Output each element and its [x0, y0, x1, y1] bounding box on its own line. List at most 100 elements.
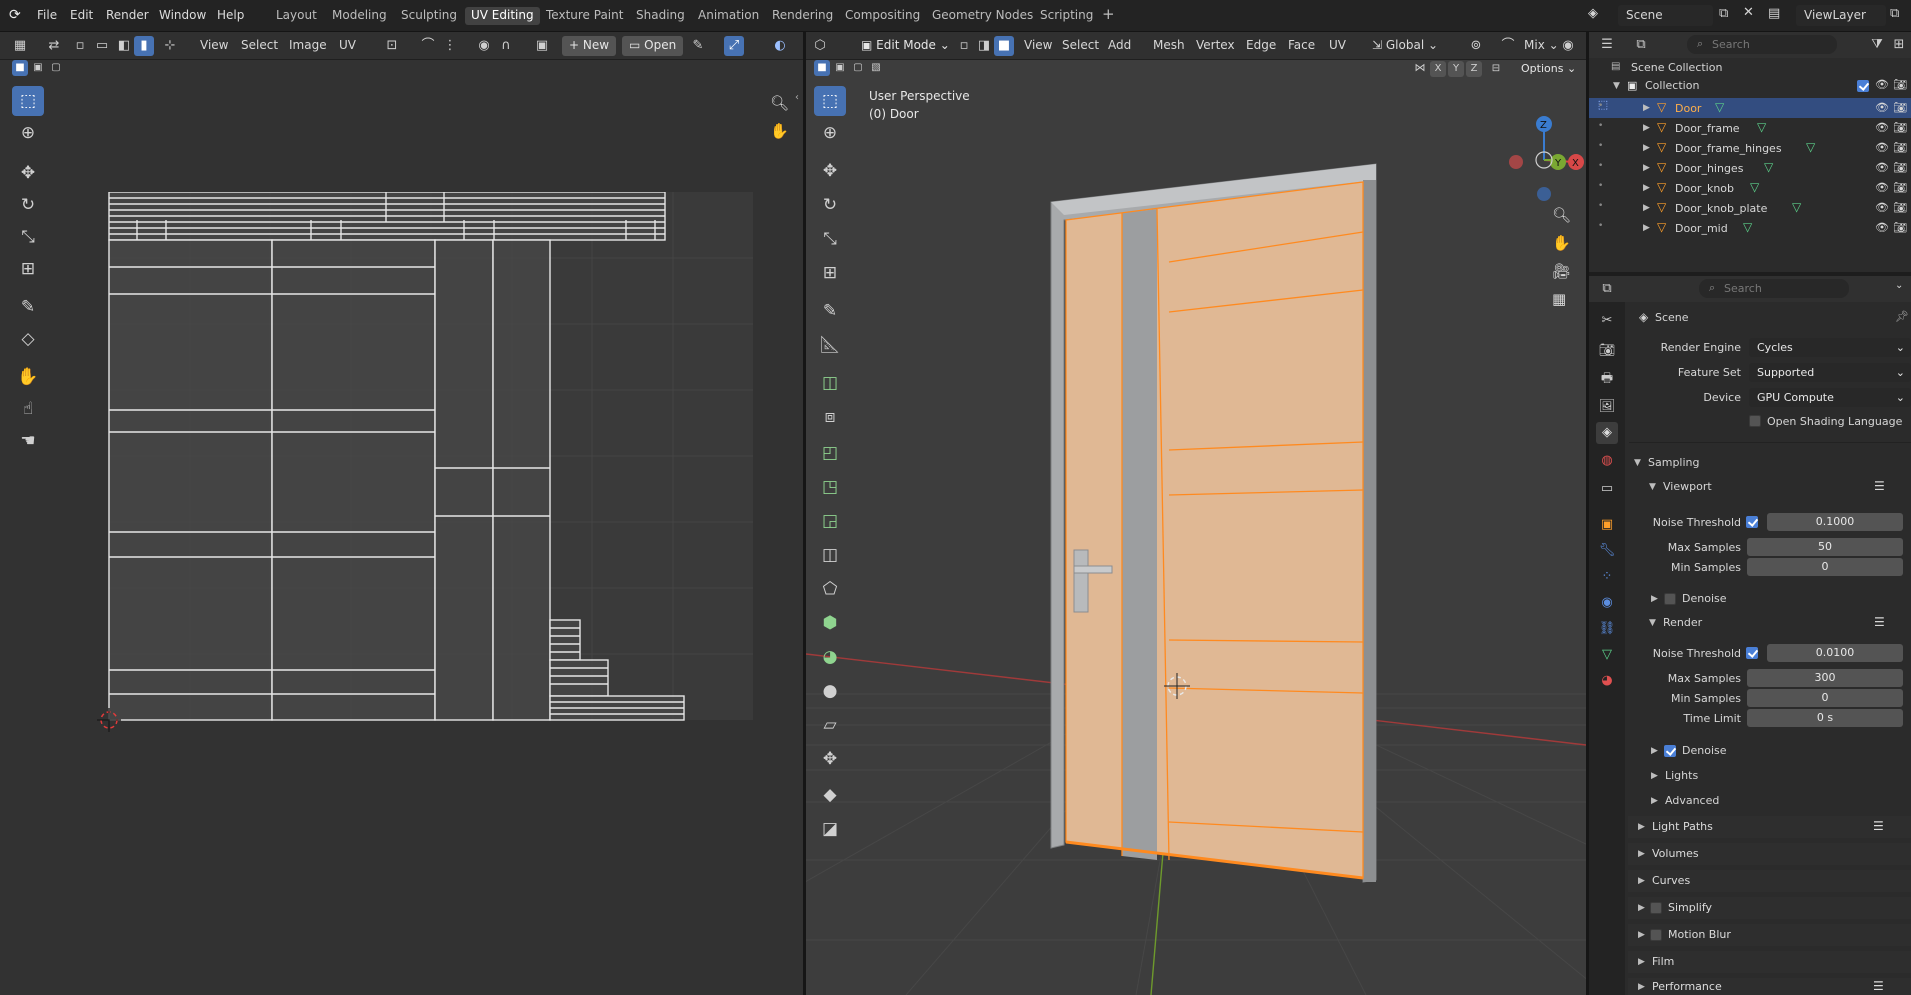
- material-tab-icon[interactable]: ◕: [1596, 670, 1618, 692]
- r-noise-threshold-field[interactable]: 0.0100: [1767, 644, 1903, 662]
- pin-icon[interactable]: ✎: [688, 36, 708, 56]
- vp-select-set-icon[interactable]: ■: [814, 60, 830, 76]
- r-time-limit-field[interactable]: 0 s: [1747, 709, 1903, 727]
- expand-icon[interactable]: ▶: [1643, 223, 1650, 233]
- tab-animation[interactable]: Animation: [698, 8, 759, 26]
- render-engine-dropdown[interactable]: Cycles ⌄: [1749, 338, 1911, 357]
- vertex-mode-icon[interactable]: ▫: [954, 36, 974, 56]
- uv-canvas[interactable]: [80, 192, 780, 752]
- motion-blur-checkbox[interactable]: [1650, 929, 1662, 941]
- axis-x-toggle[interactable]: X: [1430, 61, 1446, 77]
- axis-z-toggle[interactable]: Z: [1466, 61, 1482, 77]
- new-scene-icon[interactable]: ⧉: [1719, 6, 1728, 21]
- navigation-gizmo[interactable]: Z Y X: [1496, 102, 1586, 202]
- outliner-item[interactable]: • ▶ ▽ Door ▽ 👁︎ 📷︎: [1589, 98, 1911, 118]
- properties-search[interactable]: ⌕ Search: [1699, 279, 1849, 298]
- render-tab-icon[interactable]: 📷︎: [1596, 340, 1618, 362]
- vertex-select-icon[interactable]: ▫: [70, 36, 90, 56]
- smooth-icon[interactable]: ◕: [814, 642, 846, 672]
- tab-texture-paint[interactable]: Texture Paint: [546, 8, 623, 26]
- render-visibility-icon[interactable]: 📷︎: [1893, 161, 1907, 174]
- mesh-data-icon[interactable]: ▽: [1806, 140, 1815, 154]
- outliner-item[interactable]: • ▶ ▽ Door_mid ▽ 👁︎ 📷︎: [1589, 218, 1911, 238]
- select-mode-subtract-icon[interactable]: ▢: [48, 60, 64, 76]
- scale-tool-icon[interactable]: ⤡: [12, 222, 44, 252]
- scene-selector-icon[interactable]: ◈: [1588, 6, 1598, 21]
- vp-select-box-icon[interactable]: ⬚: [814, 86, 846, 116]
- axis-y-toggle[interactable]: Y: [1448, 61, 1464, 77]
- mirror-icon[interactable]: ⋈: [1412, 60, 1428, 76]
- outliner-type-icon[interactable]: ☰: [1597, 35, 1617, 55]
- door-mesh[interactable]: [1065, 181, 1364, 880]
- sampling-expand-icon[interactable]: ▼: [1634, 458, 1641, 468]
- options-dropdown[interactable]: Options ⌄: [1514, 60, 1583, 80]
- face-mode-icon[interactable]: ■: [994, 36, 1014, 56]
- output-tab-icon[interactable]: 🖶︎: [1596, 368, 1618, 390]
- viewport-presets-icon[interactable]: ☰: [1874, 479, 1885, 493]
- new-viewlayer-icon[interactable]: ⧉: [1890, 6, 1899, 21]
- vp-cursor-icon[interactable]: ⊕: [814, 118, 846, 148]
- render-presets-icon[interactable]: ☰: [1874, 615, 1885, 629]
- add-workspace-icon[interactable]: +: [1102, 5, 1115, 23]
- falloff-icon[interactable]: ∩: [496, 36, 516, 56]
- device-dropdown[interactable]: GPU Compute ⌄: [1749, 388, 1911, 407]
- expand-icon[interactable]: ▶: [1643, 183, 1650, 193]
- to-sphere-icon[interactable]: ✥: [814, 744, 846, 774]
- render-visibility-icon[interactable]: 📷︎: [1893, 141, 1907, 154]
- select-mode-extend-icon[interactable]: ▣: [30, 60, 46, 76]
- tab-uv-editing[interactable]: UV Editing: [465, 7, 540, 25]
- extrude-icon[interactable]: ⧈: [814, 402, 846, 432]
- vp-scale-icon[interactable]: ⤡: [814, 224, 846, 254]
- shrink-icon[interactable]: ●: [814, 676, 846, 706]
- edge-select-icon[interactable]: ▭: [92, 36, 112, 56]
- shear-icon[interactable]: ▱: [814, 710, 846, 740]
- visibility-icon[interactable]: 👁︎: [1875, 221, 1889, 234]
- outliner-item[interactable]: • ▶ ▽ Door_frame_hinges ▽ 👁︎ 📷︎: [1589, 138, 1911, 158]
- expand-icon[interactable]: ▶: [1643, 163, 1650, 173]
- cursor-tool-icon[interactable]: ⊕: [12, 118, 44, 148]
- vp-min-samples-field[interactable]: 0: [1747, 558, 1903, 576]
- tab-shading[interactable]: Shading: [636, 8, 685, 26]
- select-box-tool-icon[interactable]: ⬚: [12, 86, 44, 116]
- vp-menu-edge[interactable]: Edge: [1246, 38, 1276, 52]
- uv-menu-view[interactable]: View: [200, 38, 228, 52]
- vp-menu-vertex[interactable]: Vertex: [1196, 38, 1235, 52]
- r-max-samples-field[interactable]: 300: [1747, 669, 1903, 687]
- vp-denoise-checkbox[interactable]: [1664, 593, 1676, 605]
- visibility-icon[interactable]: 👁︎: [1875, 121, 1889, 134]
- advanced-subpanel[interactable]: Advanced: [1665, 794, 1719, 807]
- render-visibility-icon[interactable]: 📷︎: [1893, 221, 1907, 234]
- collection-render-icon[interactable]: 📷︎: [1893, 78, 1907, 91]
- vp-annotate-icon[interactable]: ✎: [814, 296, 846, 326]
- render-expand-icon[interactable]: ▼: [1649, 618, 1656, 628]
- ortho-toggle-icon[interactable]: ▦: [1552, 290, 1566, 308]
- display-mode-icon[interactable]: ⧉: [1631, 35, 1651, 55]
- light-paths-panel[interactable]: ▶ Light Paths ☰: [1628, 816, 1911, 838]
- relax-tool-icon[interactable]: ☝: [12, 394, 44, 424]
- vp-menu-uv[interactable]: UV: [1329, 38, 1346, 52]
- vp-menu-select[interactable]: Select: [1062, 38, 1099, 52]
- uv-menu-image[interactable]: Image: [289, 38, 327, 52]
- outliner-search[interactable]: ⌕ Search: [1687, 35, 1837, 54]
- render-subpanel-header[interactable]: Render: [1663, 616, 1702, 629]
- expand-icon[interactable]: ▶: [1643, 143, 1650, 153]
- tab-sculpting[interactable]: Sculpting: [401, 8, 457, 26]
- menu-file[interactable]: File: [37, 8, 57, 22]
- add-cube-icon[interactable]: ◫: [814, 368, 846, 398]
- overlay-toggle-icon[interactable]: ◐: [770, 36, 790, 56]
- sampling-header[interactable]: Sampling: [1648, 456, 1700, 469]
- expand-icon[interactable]: ▶: [1643, 203, 1650, 213]
- curves-panel[interactable]: ▶ Curves: [1628, 870, 1911, 892]
- vp-measure-icon[interactable]: 📐︎: [814, 330, 846, 360]
- blender-logo-icon[interactable]: ⟳: [9, 7, 21, 23]
- menu-edit[interactable]: Edit: [70, 8, 93, 22]
- vp-select-extend-icon[interactable]: ▣: [832, 60, 848, 76]
- tab-layout[interactable]: Layout: [276, 8, 317, 26]
- vp-rotate-icon[interactable]: ↻: [814, 190, 846, 220]
- physics-tab-icon[interactable]: ◉: [1596, 592, 1618, 614]
- snapping-icon[interactable]: ⌒: [1498, 36, 1518, 56]
- island-select-icon[interactable]: ▮: [134, 36, 154, 56]
- performance-panel[interactable]: ▶ Performance ☰: [1628, 978, 1911, 995]
- constraints-tab-icon[interactable]: ⛓︎: [1596, 618, 1618, 640]
- render-visibility-icon[interactable]: 📷︎: [1893, 121, 1907, 134]
